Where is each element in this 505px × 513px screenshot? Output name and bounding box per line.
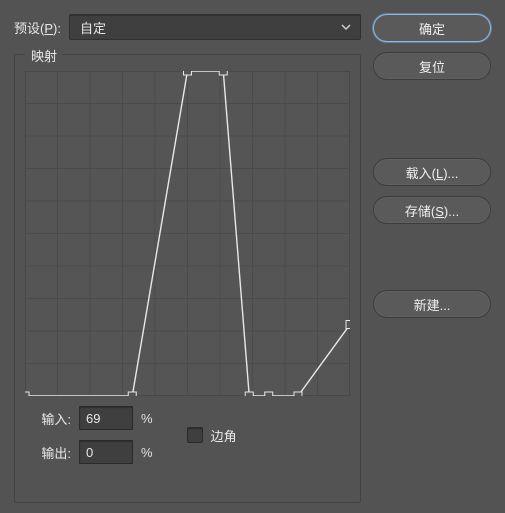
dialog-root: 预设(P): 自定 映射 输入: % [0,0,505,513]
input-value[interactable] [79,406,133,430]
output-label: 输出: [31,443,71,462]
save-button[interactable]: 存储(S)... [373,196,491,224]
spacer [373,90,491,148]
input-row: 输入: % [31,406,153,430]
mapping-fieldset: 映射 输入: % 输出: % [14,54,361,503]
checkbox-box-icon [187,427,203,443]
spacer [373,234,491,280]
reset-button[interactable]: 复位 [373,52,491,80]
output-row: 输出: % [31,440,153,464]
corner-label: 边角 [211,426,237,445]
input-percent: % [141,411,153,426]
output-value[interactable] [79,440,133,464]
ok-button[interactable]: 确定 [373,14,491,42]
io-panel: 输入: % 输出: % 边角 [25,406,350,468]
output-percent: % [141,445,153,460]
left-pane: 预设(P): 自定 映射 输入: % [14,14,361,503]
new-button[interactable]: 新建... [373,290,491,318]
curve-canvas [25,71,350,396]
right-button-column: 确定 复位 载入(L)... 存储(S)... 新建... [373,14,491,503]
preset-select[interactable]: 自定 [69,14,361,40]
preset-value: 自定 [80,18,106,37]
preset-label: 预设(P): [14,18,61,37]
input-label: 输入: [31,409,71,428]
mapping-legend: 映射 [25,46,63,65]
curve-editor[interactable] [25,71,350,396]
load-button[interactable]: 载入(L)... [373,158,491,186]
corner-checkbox[interactable]: 边角 [187,426,237,445]
chevron-down-icon [340,21,352,33]
preset-row: 预设(P): 自定 [14,14,361,40]
